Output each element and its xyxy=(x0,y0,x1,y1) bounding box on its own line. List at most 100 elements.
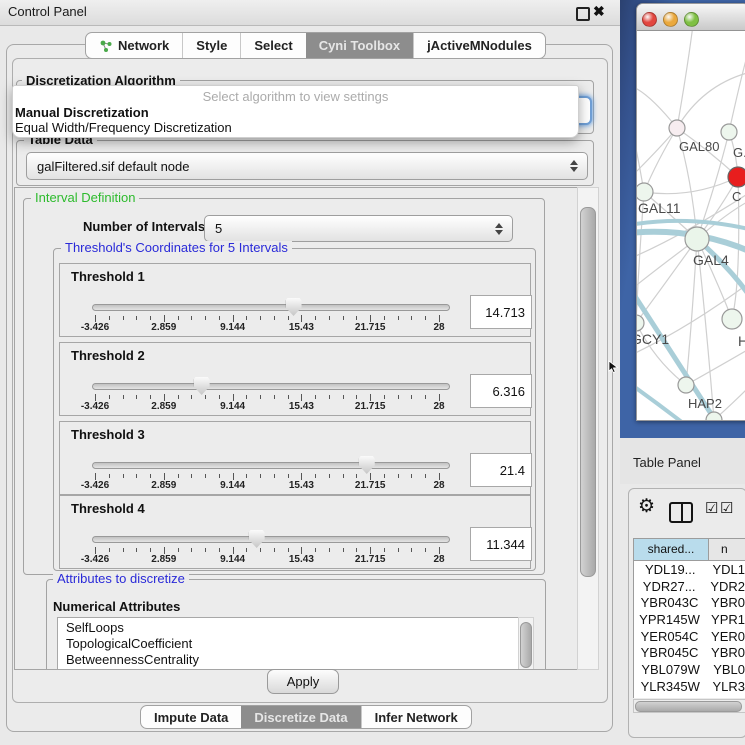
column-header-shared[interactable]: shared... xyxy=(634,539,709,560)
traffic-light-close[interactable] xyxy=(642,12,657,27)
tick-mark xyxy=(136,316,137,320)
tick-mark xyxy=(288,548,289,552)
close-panel-button[interactable]: ✖ xyxy=(593,3,605,20)
tab-label: jActiveMNodules xyxy=(427,38,532,53)
threshold-value-field[interactable]: 14.713 xyxy=(470,295,532,329)
tick-mark xyxy=(329,395,330,399)
attribute-list-item[interactable]: BetweennessCentrality xyxy=(58,652,519,668)
table-row[interactable]: YLR345WYLR3 xyxy=(634,678,745,695)
threshold-value-field[interactable]: 11.344 xyxy=(470,527,532,561)
threshold-label: Threshold 4 xyxy=(71,501,145,516)
traffic-light-zoom[interactable] xyxy=(684,12,699,27)
attributes-list-scrollbar[interactable] xyxy=(518,617,534,670)
slider-thumb[interactable] xyxy=(194,377,210,395)
tick-mark xyxy=(136,395,137,399)
tab-impute-data[interactable]: Impute Data xyxy=(141,706,241,728)
table-scrollbar-thumb[interactable] xyxy=(635,701,742,712)
tab-network[interactable]: Network xyxy=(86,33,182,58)
tick-label: 2.859 xyxy=(136,480,192,491)
tick-label: -3.426 xyxy=(67,322,123,333)
number-of-intervals-combobox[interactable]: 5 xyxy=(204,215,513,242)
table-row[interactable]: YBR043CYBR0 xyxy=(634,594,745,611)
table-row[interactable]: YPR145WYPR1 xyxy=(634,611,745,628)
tab-jactivemnodules[interactable]: jActiveMNodules xyxy=(413,33,545,58)
table-row[interactable]: YBR045CYBR0 xyxy=(634,644,745,661)
tick-mark xyxy=(260,474,261,478)
slider-track[interactable] xyxy=(92,304,450,311)
checkbox-icon[interactable]: ☑ xyxy=(720,499,733,517)
slider-thumb[interactable] xyxy=(286,298,302,316)
table-cell-shared-name: YDL19... xyxy=(634,562,706,577)
tick-mark xyxy=(246,474,247,478)
table-panel-body: ⚙ ☑ ☑ shared... n YDL19...YDL1YDR27...YD… xyxy=(628,488,745,738)
column-selector-icon[interactable] xyxy=(669,502,693,523)
algorithm-option[interactable]: Equal Width/Frequency Discretization xyxy=(15,120,232,135)
attribute-list-item[interactable]: SelfLoops xyxy=(58,620,519,636)
tick-mark xyxy=(288,474,289,478)
table-horizontal-scrollbar[interactable] xyxy=(633,699,745,713)
tick-mark xyxy=(343,395,344,399)
apply-button[interactable]: Apply xyxy=(267,669,339,694)
network-node-GAL4[interactable] xyxy=(685,227,709,251)
slider-thumb[interactable] xyxy=(249,530,265,548)
table-data-combobox-value: galFiltered.sif default node xyxy=(27,159,189,174)
tab-discretize-data[interactable]: Discretize Data xyxy=(241,706,360,728)
traffic-light-minimize[interactable] xyxy=(663,12,678,27)
tab-label: Discretize Data xyxy=(254,710,347,725)
tab-infer-network[interactable]: Infer Network xyxy=(361,706,471,728)
tick-label: 15.43 xyxy=(273,554,329,565)
mouse-cursor xyxy=(608,360,620,374)
attributes-scrollbar-thumb[interactable] xyxy=(520,622,532,668)
table-data-combobox[interactable]: galFiltered.sif default node xyxy=(26,152,588,180)
tick-label: 28 xyxy=(411,554,467,565)
table-row[interactable]: YER054CYER0 xyxy=(634,628,745,645)
tick-mark xyxy=(274,316,275,320)
tab-style[interactable]: Style xyxy=(182,33,240,58)
settings-scrollbar[interactable] xyxy=(577,187,599,670)
network-node-label: G. xyxy=(733,145,745,160)
tick-mark xyxy=(164,315,165,322)
tick-mark xyxy=(233,547,234,554)
tab-cyni-toolbox[interactable]: Cyni Toolbox xyxy=(306,33,413,58)
network-node-C[interactable] xyxy=(728,167,745,187)
table-row[interactable]: YDL19...YDL1 xyxy=(634,561,745,578)
gear-icon[interactable]: ⚙ xyxy=(638,495,655,518)
top-tab-bar: NetworkStyleSelectCyni Toolbox jActiveMNo… xyxy=(85,32,546,59)
tick-mark xyxy=(109,548,110,552)
network-node-G[interactable] xyxy=(721,124,737,140)
tick-mark xyxy=(329,548,330,552)
algorithm-option[interactable]: Manual Discretization xyxy=(15,105,149,120)
tick-mark xyxy=(425,548,426,552)
table-row[interactable]: YIL052CYIL0 xyxy=(634,695,745,699)
threshold-panel: Threshold 1-3.4262.8599.14415.4321.71528… xyxy=(59,263,531,337)
table-row[interactable]: YDR27...YDR2 xyxy=(634,578,745,595)
combo-stepper-icon xyxy=(495,223,503,235)
tab-label: Impute Data xyxy=(154,710,228,725)
attribute-list-item[interactable]: TopologicalCoefficient xyxy=(58,636,519,652)
slider-thumb[interactable] xyxy=(359,456,375,474)
slider-track[interactable] xyxy=(92,462,450,469)
network-node-GAL11[interactable] xyxy=(637,183,653,201)
network-canvas[interactable]: GAL80G.CGAL11GAL4GCY1HHAP2 xyxy=(637,31,745,420)
slider-track[interactable] xyxy=(92,383,450,390)
tick-mark xyxy=(384,316,385,320)
column-header-name[interactable]: n xyxy=(709,539,745,560)
checkbox-icon[interactable]: ☑ xyxy=(705,499,718,517)
threshold-value-field[interactable]: 21.4 xyxy=(470,453,532,487)
slider-track[interactable] xyxy=(92,536,450,543)
table-row[interactable]: YBL079WYBL0 xyxy=(634,661,745,678)
tick-label: -3.426 xyxy=(67,480,123,491)
threshold-value-field[interactable]: 6.316 xyxy=(470,374,532,408)
tick-mark xyxy=(109,395,110,399)
algorithm-hint-item[interactable]: Select algorithm to view settings xyxy=(13,89,578,104)
tick-label: 15.43 xyxy=(273,480,329,491)
network-node-HAP2[interactable] xyxy=(678,377,694,393)
settings-scrollbar-thumb[interactable] xyxy=(580,207,596,577)
float-window-button[interactable] xyxy=(576,7,590,21)
tab-select[interactable]: Select xyxy=(240,33,305,58)
network-node-GAL80[interactable] xyxy=(669,120,685,136)
network-node-H[interactable] xyxy=(722,309,742,329)
table-cell-name: YBL0 xyxy=(707,662,745,677)
tick-mark xyxy=(109,474,110,478)
network-node-GCY1[interactable] xyxy=(637,315,644,331)
